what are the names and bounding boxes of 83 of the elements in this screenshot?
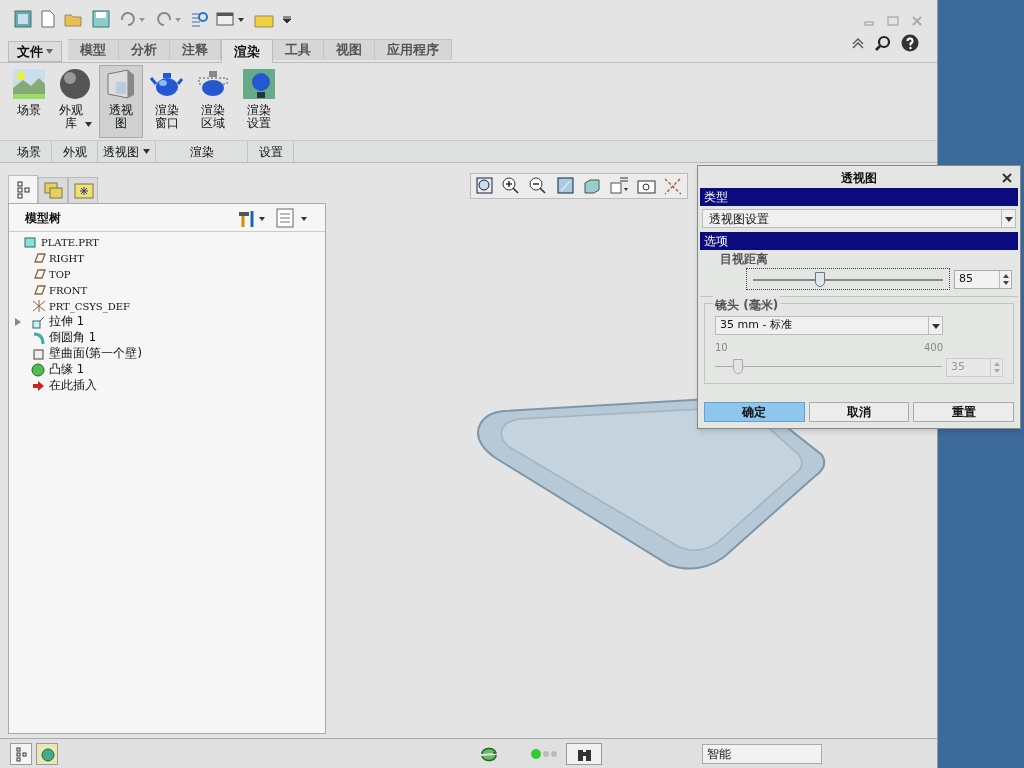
ribbon-group-label[interactable]: 场景 — [6, 141, 52, 162]
type-dropdown-value: 透视图设置 — [709, 210, 770, 228]
tree-item[interactable]: RIGHT — [13, 250, 84, 266]
ribbon-tab[interactable]: 渲染 — [221, 39, 273, 63]
options-section-header: 选项 — [700, 232, 1018, 250]
flange-icon — [31, 363, 46, 377]
browser-toggle-icon[interactable] — [36, 742, 58, 765]
ribbon-tab[interactable]: 注释 — [170, 39, 221, 60]
caret-icon — [46, 49, 53, 54]
eye-distance-slider[interactable] — [746, 268, 950, 290]
find-icon[interactable] — [566, 742, 602, 765]
insert-arrow-icon — [31, 379, 46, 393]
undo-icon[interactable] — [118, 10, 146, 28]
spin-arrows-icon[interactable] — [999, 270, 1011, 288]
slider-thumb[interactable] — [814, 272, 825, 287]
lens-min-label: 10 — [715, 341, 728, 355]
eye-distance-label: 目视距离 — [720, 252, 768, 266]
render-settings-icon — [242, 68, 276, 100]
regenerate-icon[interactable] — [190, 10, 208, 28]
tree-item[interactable]: PRT_CSYS_DEF — [13, 298, 130, 314]
wall-icon — [31, 347, 46, 361]
ribbon-button[interactable]: 外观库 — [53, 65, 97, 139]
landscape-icon — [12, 68, 46, 100]
favorites-tab[interactable] — [68, 177, 98, 203]
tree-item[interactable]: FRONT — [13, 282, 88, 298]
new-file-icon[interactable] — [40, 10, 56, 28]
expand-arrow-icon[interactable] — [13, 317, 23, 327]
search-icon[interactable] — [875, 35, 891, 51]
ribbon-group-label[interactable]: 外观 — [52, 141, 98, 162]
window-icon[interactable] — [216, 10, 246, 28]
sphere-icon — [58, 68, 92, 100]
dialog-title: 透视图 — [841, 170, 877, 187]
tree-item[interactable]: PLATE.PRT — [13, 234, 99, 250]
ribbon-button[interactable]: 场景 — [7, 65, 51, 139]
save-icon[interactable] — [92, 10, 110, 28]
tree-item[interactable]: TOP — [13, 266, 71, 282]
close-icon[interactable] — [1002, 173, 1012, 183]
type-dropdown[interactable]: 透视图设置 — [702, 209, 1016, 228]
ribbon-button[interactable]: 渲染窗口 — [145, 65, 189, 139]
ribbon-group-label[interactable]: 渲染 — [156, 141, 248, 162]
show-list-icon[interactable] — [275, 207, 309, 228]
round-icon — [31, 331, 46, 345]
ribbon-tab[interactable]: 模型 — [68, 39, 119, 60]
coordinate-system-icon — [31, 299, 46, 313]
caret-icon[interactable] — [1001, 210, 1015, 227]
ribbon-group-label[interactable]: 设置 — [248, 141, 294, 162]
ribbon-button[interactable]: 透视图 — [99, 65, 143, 139]
tree-item[interactable]: 拉伸 1 — [13, 314, 84, 330]
dialog-button[interactable]: 取消 — [808, 402, 910, 422]
file-menu[interactable]: 文件 — [8, 41, 62, 62]
selection-filter-dropdown[interactable]: 智能 — [702, 743, 822, 764]
ribbon-button[interactable]: 渲染设置 — [237, 65, 281, 139]
dialog-button[interactable]: 重置 — [913, 402, 1014, 422]
model-tree-tab[interactable] — [8, 175, 38, 203]
ribbon-tab[interactable]: 分析 — [119, 39, 170, 60]
tree-item[interactable]: 在此插入 — [13, 378, 97, 394]
tree-item[interactable]: 倒圆角 1 — [13, 330, 96, 346]
caret-icon — [143, 149, 150, 155]
app-icon[interactable] — [14, 10, 32, 28]
datum-plane-icon — [31, 267, 46, 281]
lens-group-label: 镜头 (毫米) — [713, 296, 781, 314]
ribbon-tab[interactable]: 视图 — [324, 39, 375, 60]
part-cube-icon — [23, 235, 38, 249]
tree-item[interactable]: 凸缘 1 — [13, 362, 84, 378]
lens-max-label: 400 — [923, 341, 943, 355]
redo-icon[interactable] — [154, 10, 182, 28]
eye-distance-spinbox[interactable]: 85 — [954, 269, 1012, 289]
extrude-icon — [31, 315, 46, 329]
help-icon[interactable] — [901, 34, 919, 52]
ribbon-tab[interactable]: 工具 — [273, 39, 324, 60]
folders-tab[interactable] — [38, 177, 68, 203]
ribbon-group-label[interactable]: 透视图 — [98, 141, 156, 162]
tree-item[interactable]: 壁曲面(第一个壁) — [13, 346, 142, 362]
ribbon-tab[interactable]: 应用程序 — [375, 39, 452, 60]
datum-plane-icon — [31, 251, 46, 265]
type-section-header: 类型 — [700, 188, 1018, 206]
dialog-button[interactable]: 确定 — [704, 402, 805, 422]
ribbon-button[interactable]: 渲染区域 — [191, 65, 235, 139]
datum-plane-icon — [31, 283, 46, 297]
caret-icon[interactable] — [928, 317, 942, 334]
model-tree-title: 模型树 — [25, 209, 61, 227]
collapse-ribbon-icon[interactable] — [851, 37, 865, 49]
tree-toggle-icon[interactable] — [10, 742, 32, 765]
